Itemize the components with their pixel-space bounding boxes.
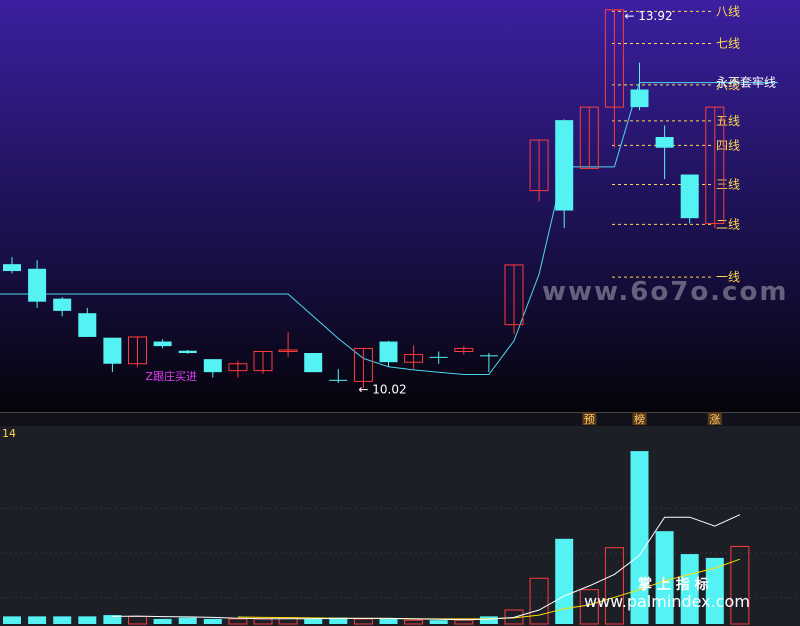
level-label-1: 八线 <box>716 4 740 18</box>
candle <box>680 174 699 224</box>
candle-body <box>53 298 72 311</box>
watermark-site: www.6o7o.com <box>542 277 788 307</box>
volume-bar <box>3 616 21 624</box>
candle-body <box>153 341 172 347</box>
level-label-5: 四线 <box>716 138 740 152</box>
candle-body <box>479 355 498 357</box>
volume-bar <box>304 618 323 624</box>
price-chart: 八线七线六线五线四线三线二线一线 永不套牢线 ← 13.92← 10.02Z跟庄… <box>0 0 800 412</box>
chart-stage: 八线 七线 六线 五线 四线 三线 二线 一线 永不套牢线 ← 13.92 ← 10.02 Z跟庄… <box>0 0 800 626</box>
candle-body <box>304 353 323 373</box>
volume-bar <box>28 616 47 624</box>
volume-bar <box>555 538 574 624</box>
volume-axis-label: 14 <box>2 427 16 440</box>
candle-body <box>630 89 649 108</box>
candle-body <box>329 379 348 381</box>
volume-bar <box>178 617 197 624</box>
volume-bar <box>203 618 222 624</box>
candle-body <box>178 350 197 354</box>
candle-body <box>429 356 448 358</box>
low-price-label: ← 10.02 <box>358 382 406 396</box>
volume-bar <box>379 618 398 624</box>
candle-body <box>28 268 47 302</box>
candle-body <box>78 313 97 337</box>
level-label-2: 七线 <box>716 37 740 51</box>
tag-label-1: 预 <box>584 413 595 426</box>
volume-bar <box>153 618 172 624</box>
watermark-cn: 掌 上 指 标 <box>638 576 709 593</box>
support-line-label: 永不套牢线 <box>716 75 776 90</box>
candle-body <box>655 136 674 148</box>
tag-label-3: 涨 <box>709 413 720 426</box>
candle-body <box>3 264 21 272</box>
candle-body <box>203 359 222 373</box>
volume-bar <box>479 616 498 624</box>
tag-strip: 预榜涨 <box>0 412 800 426</box>
level-label-4: 五线 <box>716 114 740 128</box>
candle-body <box>103 337 122 364</box>
level-label-7: 二线 <box>716 217 740 231</box>
volume-bar <box>78 616 97 624</box>
candle-body <box>555 120 574 211</box>
buy-signal-annotation: Z跟庄买进 <box>146 369 198 383</box>
volume-bar <box>429 620 448 624</box>
candle-body <box>680 174 699 219</box>
volume-bar <box>53 616 72 624</box>
high-price-label: ← 13.92 <box>624 9 672 23</box>
candle <box>304 353 323 373</box>
candle-body <box>379 341 398 363</box>
tag-label-2: 榜 <box>634 412 645 426</box>
watermark-url: www.palmindex.com <box>584 592 750 611</box>
volume-chart: 14 掌 上 指 标www.palmindex.com <box>0 426 800 626</box>
level-label-6: 三线 <box>716 177 740 191</box>
